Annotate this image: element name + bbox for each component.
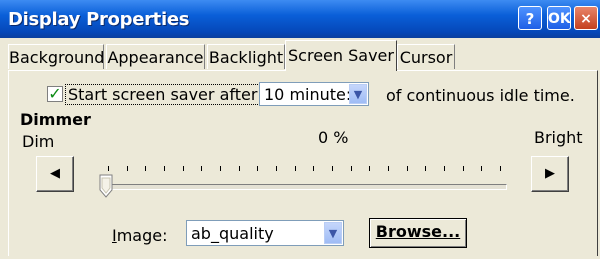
- slider-tick: [406, 166, 408, 171]
- dimmer-slider-track[interactable]: [108, 184, 507, 190]
- slider-tick: [425, 166, 427, 171]
- slider-tick: [164, 166, 165, 171]
- tab-backlight[interactable]: Backlight: [207, 44, 285, 69]
- slider-tick: [313, 166, 315, 171]
- dimmer-slider-thumb[interactable]: [99, 174, 113, 198]
- image-dropdown[interactable]: ab_quality ▼: [186, 220, 344, 246]
- slider-tick: [350, 166, 352, 171]
- slider-tick: [201, 166, 203, 171]
- image-label: Image:: [112, 226, 168, 245]
- idle-time-dropdown[interactable]: 10 minute: ▼: [259, 82, 369, 106]
- slider-tick: [182, 166, 184, 171]
- slider-tick: [220, 166, 221, 171]
- arrow-right-icon: ▶: [545, 166, 555, 181]
- image-value: ab_quality: [191, 224, 274, 243]
- title-bar[interactable]: Display Properties ? OK ×: [0, 0, 600, 38]
- dimmer-heading: Dimmer: [20, 110, 91, 129]
- slider-tick: [444, 166, 445, 171]
- idle-time-value: 10 minute:: [264, 85, 352, 104]
- slider-tick: [145, 166, 147, 171]
- tab-screen-saver[interactable]: Screen Saver: [285, 40, 397, 71]
- slider-tick: [462, 166, 464, 171]
- idle-time-suffix: of continuous idle time.: [386, 86, 575, 105]
- dimmer-decrease-button[interactable]: ◀: [36, 156, 74, 192]
- slider-tick: [257, 166, 259, 171]
- display-properties-window: Display Properties ? OK × Background App…: [0, 0, 600, 259]
- bright-label: Bright: [534, 128, 583, 147]
- tab-appearance[interactable]: Appearance: [106, 44, 205, 69]
- slider-tick: [126, 166, 128, 171]
- slider-tick: [108, 166, 109, 171]
- ok-button[interactable]: OK: [547, 6, 571, 30]
- image-label-rest: mage:: [116, 226, 168, 245]
- slider-tick: [276, 166, 277, 171]
- slider-tick: [481, 166, 483, 171]
- slider-tick: [369, 166, 371, 171]
- screen-saver-checkbox[interactable]: ✓: [47, 86, 63, 102]
- tab-cursor[interactable]: Cursor: [397, 44, 455, 69]
- tab-background[interactable]: Background: [8, 44, 104, 69]
- slider-tick: [332, 166, 333, 171]
- arrow-left-icon: ◀: [50, 166, 60, 181]
- check-icon: ✓: [48, 84, 62, 103]
- browse-label: Browse...: [375, 222, 461, 241]
- slider-tick: [238, 166, 240, 171]
- screen-saver-checkbox-label[interactable]: Start screen saver after: [65, 84, 261, 105]
- dimmer-percent: 0 %: [318, 128, 349, 147]
- chevron-down-icon[interactable]: ▼: [324, 222, 342, 244]
- browse-button[interactable]: Browse...: [369, 218, 467, 248]
- slider-tick: [500, 166, 501, 171]
- slider-tick: [294, 166, 296, 171]
- dimmer-increase-button[interactable]: ▶: [531, 156, 569, 192]
- slider-tick: [388, 166, 389, 171]
- help-button[interactable]: ?: [518, 6, 542, 30]
- chevron-down-icon[interactable]: ▼: [349, 84, 367, 104]
- window-title: Display Properties: [8, 9, 190, 30]
- close-button[interactable]: ×: [574, 6, 598, 30]
- dim-label: Dim: [22, 132, 55, 151]
